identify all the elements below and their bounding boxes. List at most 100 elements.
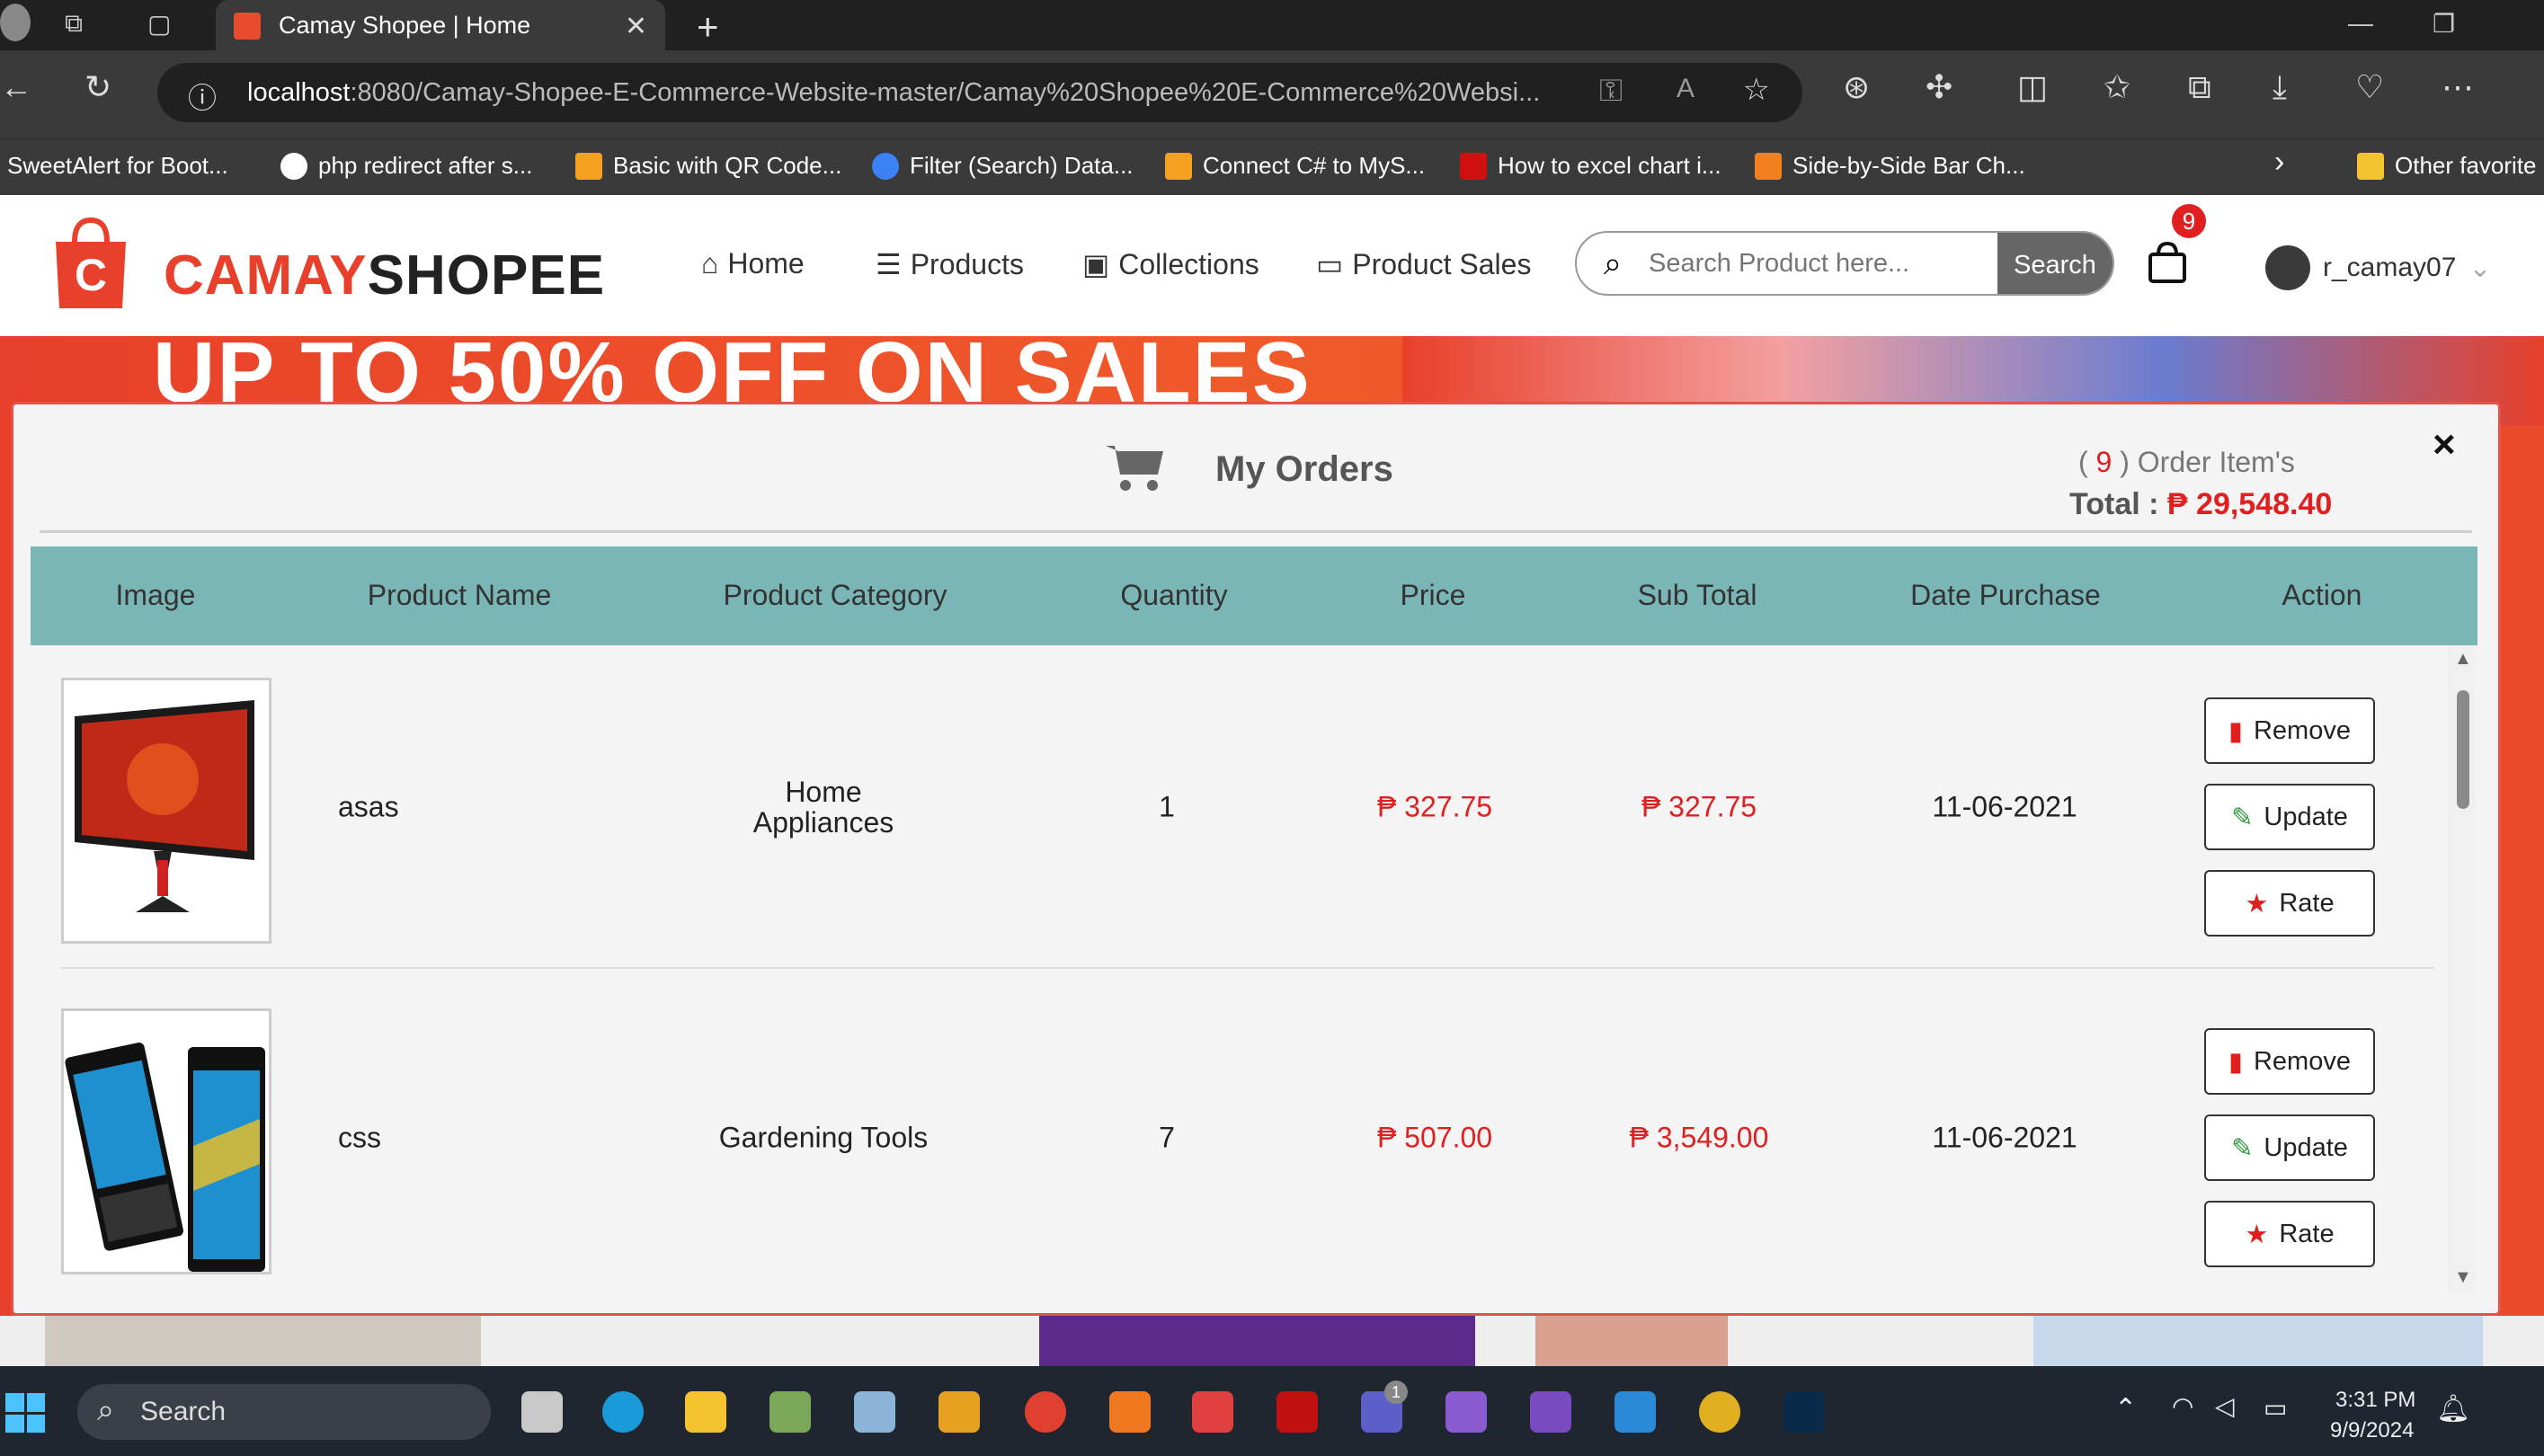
clock-time[interactable]: 3:31 PM xyxy=(2335,1388,2415,1413)
shop-bag-logo-icon[interactable]: C xyxy=(52,215,129,312)
bookmark-2[interactable]: php redirect after s... xyxy=(280,152,532,180)
chevron-right-icon[interactable]: › xyxy=(2274,145,2284,180)
visual-studio-2-icon[interactable] xyxy=(1530,1391,1571,1433)
collections-icon[interactable]: ⧉ xyxy=(2188,68,2211,107)
nav-label: Products xyxy=(910,247,1024,280)
bookmark-5[interactable]: Connect C# to MyS... xyxy=(1165,152,1425,180)
orders-table-body: asas Home Appliances 1 ₱ 327.75 ₱ 327.75 … xyxy=(31,645,2449,1292)
shopping-bag-icon[interactable] xyxy=(2145,240,2190,285)
scroll-down-icon[interactable]: ▼ xyxy=(2454,1267,2472,1288)
extensions-icon[interactable]: ✣ xyxy=(1926,68,1952,106)
key-icon[interactable]: ⚿ xyxy=(1599,74,1623,109)
restore-icon[interactable]: ❐ xyxy=(2433,9,2455,39)
taskbar-search[interactable]: ⌕ Search xyxy=(77,1384,491,1440)
other-favorites[interactable]: Other favorite xyxy=(2357,152,2537,180)
bell-icon[interactable]: 🔔︎ xyxy=(2436,1393,2470,1425)
edge-icon[interactable] xyxy=(602,1391,644,1433)
profile-avatar[interactable] xyxy=(0,4,31,41)
remove-button[interactable]: ▮ Remove xyxy=(2204,1028,2375,1095)
clock-date[interactable]: 9/9/2024 xyxy=(2330,1418,2414,1443)
rate-button[interactable]: ★ Rate xyxy=(2204,870,2375,937)
task-view-icon[interactable] xyxy=(521,1391,563,1433)
close-icon[interactable]: × xyxy=(2433,422,2456,467)
wifi-icon[interactable]: ◠ xyxy=(2172,1391,2193,1421)
nav-product-sales[interactable]: ▭ Product Sales xyxy=(1316,247,1531,281)
bookmark-1[interactable]: SweetAlert for Boot... xyxy=(7,152,228,180)
workspaces-icon[interactable]: ⧉ xyxy=(65,9,83,39)
bookmark-label: SweetAlert for Boot... xyxy=(7,152,228,179)
nav-label: Collections xyxy=(1118,247,1259,280)
remove-label: Remove xyxy=(2253,715,2351,745)
bookmark-label: Filter (Search) Data... xyxy=(910,152,1134,179)
start-icon[interactable] xyxy=(5,1393,45,1433)
price: ₱ 507.00 xyxy=(1376,1121,1493,1154)
app-icon-3[interactable] xyxy=(1699,1391,1740,1433)
product-name: css xyxy=(338,1121,381,1154)
chrome-icon[interactable] xyxy=(1025,1391,1066,1433)
subtotal: ₱ 327.75 xyxy=(1641,790,1757,823)
bookmark-label: Side-by-Side Bar Ch... xyxy=(1792,152,2025,179)
close-tab-icon[interactable]: ✕ xyxy=(625,11,647,42)
site-info-icon[interactable]: ⓘ xyxy=(188,75,217,117)
favorites-icon[interactable]: ✩ xyxy=(2104,68,2130,106)
bookmark-3[interactable]: Basic with QR Code... xyxy=(575,152,841,180)
update-label: Update xyxy=(2264,1132,2348,1162)
nav-home[interactable]: ⌂ Home xyxy=(701,247,805,280)
visual-studio-icon[interactable] xyxy=(1445,1391,1487,1433)
product-category: Home Appliances xyxy=(753,777,894,838)
update-button[interactable]: ✎ Update xyxy=(2204,784,2375,850)
date-purchase: 11-06-2021 xyxy=(1932,1121,2077,1154)
battery-icon[interactable]: ▭ xyxy=(2264,1393,2287,1423)
brand-name[interactable]: CAMAYSHOPEE xyxy=(164,244,605,307)
star-icon: ★ xyxy=(2245,1220,2269,1249)
bookmark-label: Basic with QR Code... xyxy=(613,152,842,179)
download-icon[interactable]: ⤓ xyxy=(2273,68,2287,107)
performance-icon[interactable]: ♡ xyxy=(2355,68,2384,106)
favorite-star-icon[interactable]: ☆ xyxy=(1743,72,1770,108)
bookmark-7[interactable]: Side-by-Side Bar Ch... xyxy=(1755,152,2025,180)
app-icon-2[interactable] xyxy=(938,1391,980,1433)
teams-badge: 1 xyxy=(1384,1381,1408,1404)
vscode-icon[interactable] xyxy=(1614,1391,1656,1433)
cart-count-badge: 9 xyxy=(2172,204,2206,238)
anydesk-icon[interactable] xyxy=(1192,1391,1233,1433)
table-scrollbar[interactable]: ▲ ▼ xyxy=(2449,645,2476,1292)
paren: ( xyxy=(2078,446,2088,478)
bookmark-4[interactable]: Filter (Search) Data... xyxy=(872,152,1134,180)
rate-button[interactable]: ★ Rate xyxy=(2204,1201,2375,1267)
nav-products[interactable]: ☰ Products xyxy=(876,247,1024,281)
nav-collections[interactable]: ▣ Collections xyxy=(1082,247,1259,281)
notepad-icon[interactable] xyxy=(769,1391,811,1433)
total-label: Total : xyxy=(2069,487,2159,521)
read-aloud-icon[interactable]: A xyxy=(1677,74,1695,104)
split-screen-icon[interactable]: ◫ xyxy=(2017,68,2048,106)
address-bar[interactable]: ⓘ localhost:8080/Camay-Shopee-E-Commerce… xyxy=(157,63,1802,122)
photoshop-icon[interactable] xyxy=(1783,1391,1825,1433)
minimize-icon[interactable]: — xyxy=(2348,9,2373,38)
more-icon[interactable]: ⋯ xyxy=(2442,68,2474,106)
copilot-icon[interactable]: ⊛ xyxy=(1843,68,1870,106)
back-icon[interactable]: ← xyxy=(0,68,32,106)
search-button[interactable]: Search xyxy=(1997,233,2113,294)
scroll-thumb[interactable] xyxy=(2457,690,2469,809)
app-icon[interactable] xyxy=(854,1391,895,1433)
xampp-icon[interactable] xyxy=(1109,1391,1151,1433)
user-menu[interactable]: r_camay07 ⌄ xyxy=(2265,245,2492,290)
refresh-icon[interactable]: ↻ xyxy=(85,68,111,106)
site-icon xyxy=(1755,152,1782,180)
nav-label: Home xyxy=(727,247,805,280)
tab-camay-shopee[interactable]: Camay Shopee | Home ✕ xyxy=(216,0,665,50)
chevron-up-icon[interactable]: ⌃ xyxy=(2114,1393,2137,1425)
update-button[interactable]: ✎ Update xyxy=(2204,1114,2375,1181)
tab-actions-icon[interactable]: ▢ xyxy=(147,9,171,39)
col-product-name: Product Name xyxy=(367,579,552,611)
volume-icon[interactable]: ◁ xyxy=(2215,1391,2235,1421)
search-input[interactable] xyxy=(1649,248,1972,279)
file-explorer-icon[interactable] xyxy=(685,1391,726,1433)
filezilla-icon[interactable] xyxy=(1276,1391,1318,1433)
new-tab-icon[interactable]: + xyxy=(697,5,719,49)
bookmark-6[interactable]: How to excel chart i... xyxy=(1460,152,1721,180)
monitor-icon: ▭ xyxy=(1316,248,1344,280)
scroll-up-icon[interactable]: ▲ xyxy=(2454,649,2472,670)
remove-button[interactable]: ▮ Remove xyxy=(2204,697,2375,764)
